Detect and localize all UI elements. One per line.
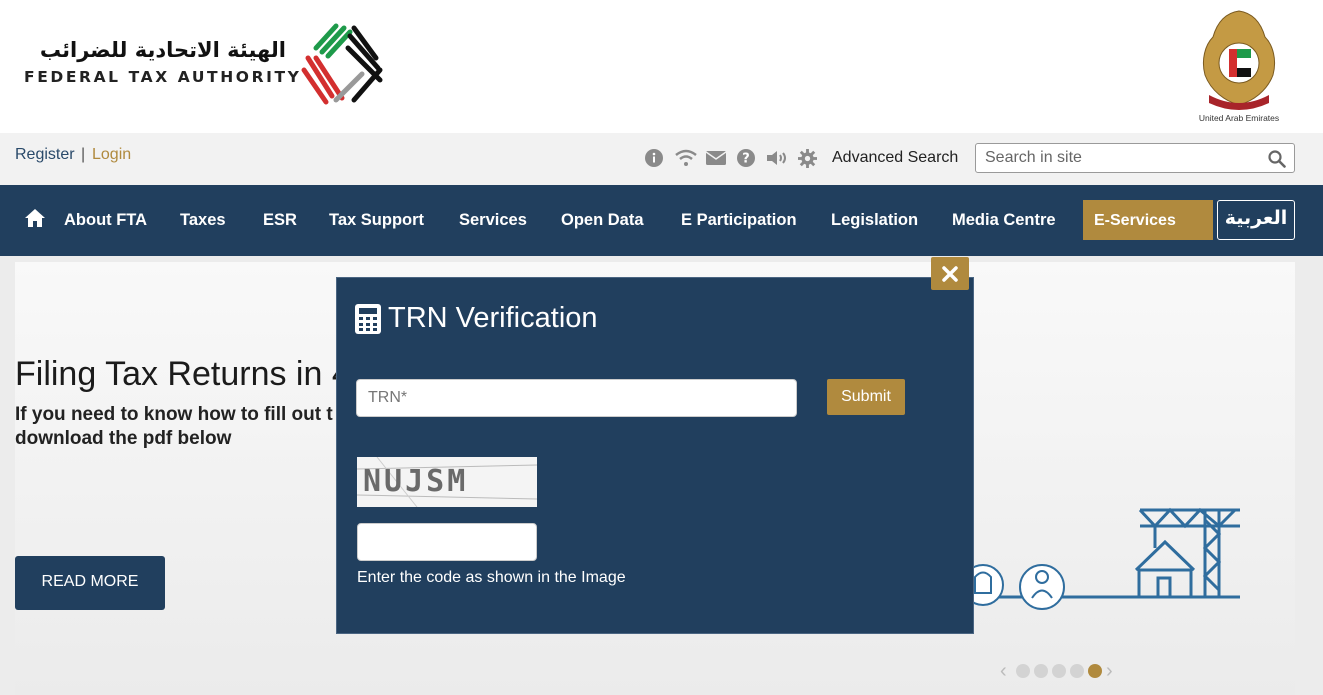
search-icon[interactable] [1268,150,1286,168]
nav-e-participation[interactable]: E Participation [681,211,797,230]
trn-input[interactable] [356,379,797,417]
svg-text:?: ? [742,152,750,167]
construction-illustration-icon [965,507,1240,610]
nav-taxes[interactable]: Taxes [180,211,226,230]
submit-button[interactable]: Submit [827,379,905,415]
carousel-dot[interactable] [1034,664,1048,678]
carousel-dot[interactable] [1070,664,1084,678]
volume-icon[interactable] [764,148,790,168]
close-icon[interactable] [941,265,959,283]
carousel-dot[interactable] [1052,664,1066,678]
site-search[interactable] [975,143,1295,173]
carousel-dot[interactable] [1016,664,1030,678]
modal-title: TRN Verification [388,302,598,334]
emblem-caption: United Arab Emirates [1198,113,1280,123]
question-icon[interactable]: ? [736,148,756,168]
wifi-icon[interactable] [674,148,698,168]
login-link[interactable]: Login [92,146,131,164]
carousel-prev-icon[interactable]: ‹ [1000,661,1012,681]
close-button[interactable] [931,257,969,290]
fta-logo-icon[interactable] [296,18,388,106]
nav-about-fta[interactable]: About FTA [64,211,147,230]
captcha-text: NUJSM [363,464,469,499]
info-icon[interactable] [644,148,664,168]
uae-emblem-icon [1202,10,1276,110]
nav-esr[interactable]: ESR [263,211,297,230]
nav-services[interactable]: Services [459,211,527,230]
captcha-code-input[interactable] [357,523,537,561]
eservices-button[interactable]: E-Services [1083,200,1213,240]
envelope-icon[interactable] [706,148,726,168]
captcha-hint: Enter the code as shown in the Image [357,569,626,586]
org-name-arabic[interactable]: الهيئة الاتحادية للضرائب [24,38,286,62]
search-input[interactable] [985,148,1255,168]
home-icon[interactable] [24,208,46,228]
carousel-dot-active[interactable] [1088,664,1102,678]
hero-subtitle: If you need to know how to fill out t do… [15,404,333,449]
hero-title: Filing Tax Returns in 4 [15,355,351,393]
nav-open-data[interactable]: Open Data [561,211,644,230]
gear-icon[interactable] [797,148,817,168]
calculator-icon [355,304,381,334]
read-more-button[interactable]: READ MORE [15,556,165,610]
advanced-search-link[interactable]: Advanced Search [832,149,958,167]
org-name-english[interactable]: FEDERAL TAX AUTHORITY [24,68,301,86]
nav-legislation[interactable]: Legislation [831,211,918,230]
register-link[interactable]: Register [15,146,75,164]
nav-tax-support[interactable]: Tax Support [329,211,424,230]
carousel-next-icon[interactable]: › [1106,661,1118,681]
carousel-controls: ‹ › [1000,660,1118,682]
nav-media-centre[interactable]: Media Centre [952,211,1056,230]
language-arabic-button[interactable]: العربية [1217,200,1295,240]
link-separator: | [81,146,86,163]
site-header [0,0,1323,133]
captcha-image: NUJSM [357,457,537,507]
